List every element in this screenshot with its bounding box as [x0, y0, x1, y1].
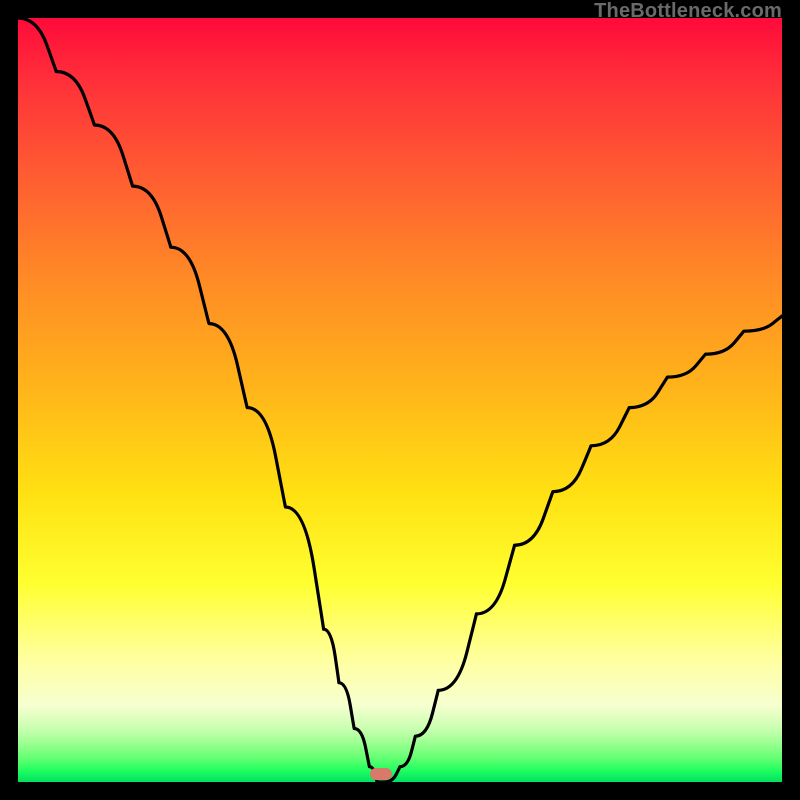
chart-frame: TheBottleneck.com — [0, 0, 800, 800]
plot-area — [18, 18, 782, 782]
optimal-point-marker — [370, 768, 392, 780]
watermark-text: TheBottleneck.com — [594, 0, 782, 23]
bottleneck-curve — [18, 18, 782, 782]
